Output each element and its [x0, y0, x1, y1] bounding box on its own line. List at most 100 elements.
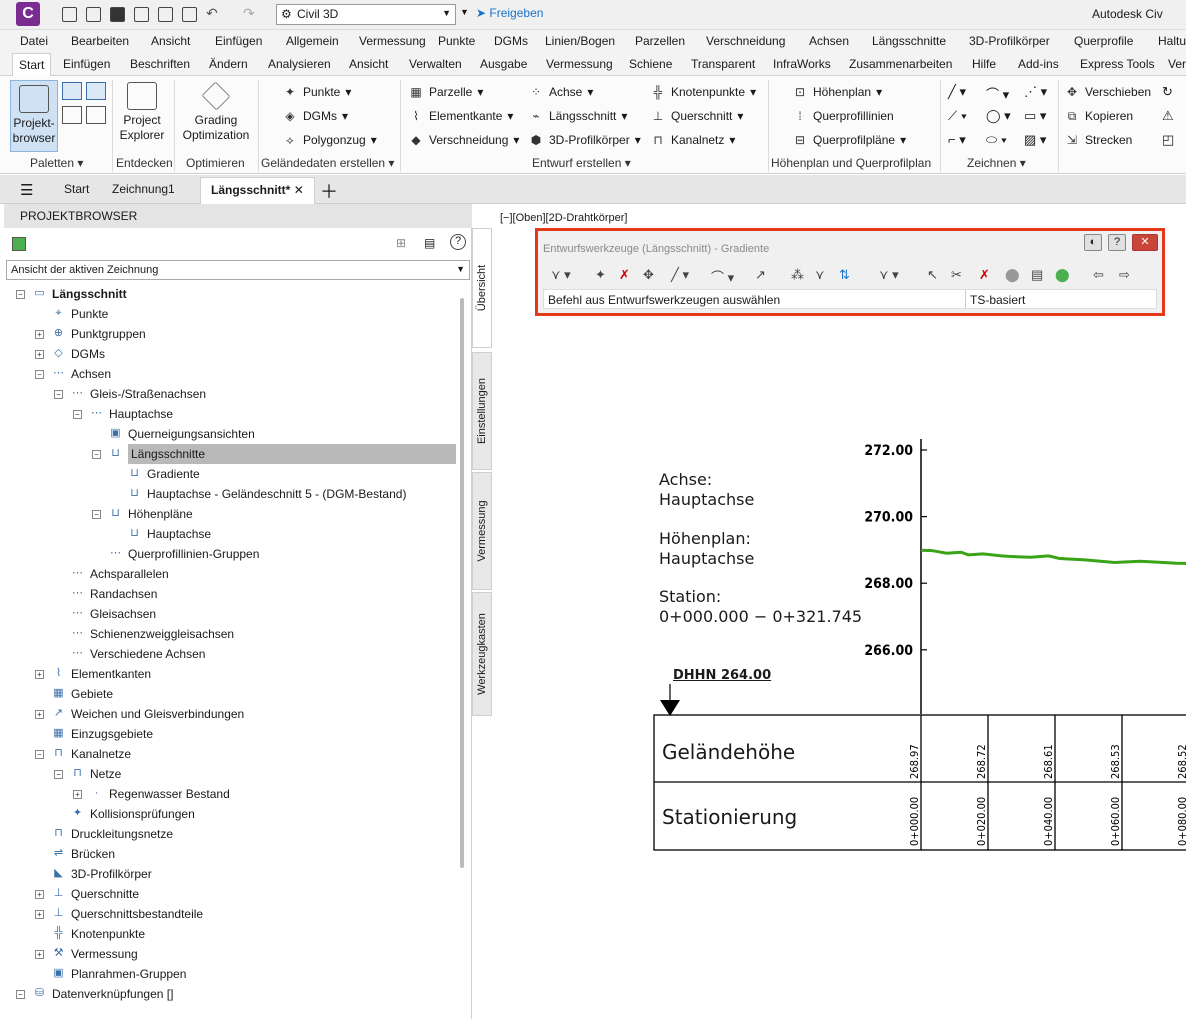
rotate-icon[interactable]: ↻ [1162, 84, 1173, 100]
querschnitt-button[interactable]: ⊥ Querschnitt ▾ [650, 108, 744, 124]
tree-expand-toggle[interactable]: + [35, 710, 44, 719]
tree-node[interactable]: Hauptachse [109, 404, 173, 424]
close-icon[interactable]: ✕ [294, 183, 304, 197]
tree-node[interactable]: Netze [90, 764, 121, 784]
doctab-laengsschnitt[interactable]: Längsschnitt* ✕ [200, 177, 315, 205]
tree-expand-toggle[interactable]: + [35, 670, 44, 679]
menu-dgms[interactable]: DGMs [494, 34, 528, 48]
menu-parzellen[interactable]: Parzellen [635, 34, 685, 48]
tab-more[interactable]: Ver [1168, 57, 1186, 71]
vtab-einstellungen[interactable]: Einstellungen [472, 352, 492, 470]
tree-node[interactable]: Datenverknüpfungen [] [52, 984, 173, 1004]
tree-node[interactable]: 3D-Profilkörper [71, 864, 152, 884]
tab-einfuegen[interactable]: Einfügen [63, 57, 110, 71]
tree-node[interactable]: Hauptachse [147, 524, 211, 544]
tree-node[interactable]: Einzugsgebiete [71, 724, 153, 744]
properties-icon[interactable]: ⬤ [1055, 267, 1070, 283]
tree-expand-toggle[interactable]: + [35, 910, 44, 919]
tab-hilfe[interactable]: Hilfe [972, 57, 996, 71]
verschieben-button[interactable]: ✥ Verschieben [1064, 84, 1151, 100]
menu-vermessung[interactable]: Vermessung [359, 34, 426, 48]
tree-node[interactable]: Brücken [71, 844, 115, 864]
circle-icon[interactable]: ◯ ▾ [986, 108, 1011, 124]
construction-line-icon[interactable]: ⟋ ▾ [948, 108, 967, 124]
tree-expand-toggle[interactable]: − [92, 450, 101, 459]
undo-icon[interactable]: ↶ [206, 5, 218, 22]
item-view-icon[interactable]: ⊞ [396, 236, 406, 250]
tab-beschriften[interactable]: Beschriften [130, 57, 190, 71]
scrollbar[interactable] [460, 298, 464, 868]
tree-node[interactable]: Randachsen [90, 584, 157, 604]
close-icon[interactable]: ✕ [1132, 234, 1158, 251]
open-folder-icon[interactable] [86, 7, 101, 22]
menu-haltung[interactable]: Haltu [1158, 34, 1186, 48]
tree-expand-toggle[interactable]: + [35, 350, 44, 359]
verschneidung-button[interactable]: ◆ Verschneidung ▾ [408, 132, 519, 148]
convert-icon[interactable]: ↗ [755, 267, 766, 283]
entity-editor-icon[interactable]: ⬤ [1005, 267, 1020, 283]
tree-expand-toggle[interactable]: + [35, 330, 44, 339]
menu-punkte[interactable]: Punkte [438, 34, 475, 48]
delete-sub-entity-icon[interactable]: ✗ [979, 267, 990, 283]
tree-node[interactable]: Gebiete [71, 684, 113, 704]
scale-icon[interactable]: ◰ [1162, 132, 1174, 148]
menu-ansicht[interactable]: Ansicht [151, 34, 190, 48]
properties-palette-icon[interactable] [62, 82, 82, 100]
tree-node[interactable]: Längsschnitte [128, 444, 456, 464]
querprofillinien-button[interactable]: ⁞ Querprofillinien [792, 108, 893, 124]
tree-node[interactable]: Weichen und Gleisverbindungen [71, 704, 244, 724]
parzelle-button[interactable]: ▦ Parzelle ▾ [408, 84, 483, 100]
laengsschnitt-button[interactable]: ⌁ Längsschnitt ▾ [528, 108, 627, 124]
tree-node[interactable]: Elementkanten [71, 664, 151, 684]
tab-zusammenarbeiten[interactable]: Zusammenarbeiten [849, 57, 952, 71]
drawing-canvas[interactable]: [−][Oben][2D-Drahtkörper] 272.00 270.00 26… [496, 204, 1186, 1019]
redo-icon[interactable]: ⇨ [1119, 267, 1130, 283]
tab-start[interactable]: Start [12, 53, 52, 77]
group-zeichnen[interactable]: Zeichnen ▾ [967, 156, 1026, 170]
tree-expand-toggle[interactable]: − [54, 390, 63, 399]
tree-node[interactable]: Querschnittsbestandteile [71, 904, 203, 924]
menu-querprofile[interactable]: Querprofile [1074, 34, 1133, 48]
tree-expand-toggle[interactable]: − [35, 750, 44, 759]
tab-ansicht[interactable]: Ansicht [349, 57, 388, 71]
polygonzug-button[interactable]: ⟡ Polygonzug ▾ [282, 132, 377, 148]
tree-node[interactable]: Druckleitungsnetze [71, 824, 173, 844]
tree-node[interactable]: Kollisionsprüfungen [90, 804, 195, 824]
vtab-uebersicht[interactable]: Übersicht [472, 228, 492, 348]
tree-node[interactable]: Verschiedene Achsen [90, 644, 205, 664]
tree-node[interactable]: Kanalnetze [71, 744, 131, 764]
move-pvi-icon[interactable]: ✥ [643, 267, 654, 283]
tab-aendern[interactable]: Ändern [209, 57, 248, 71]
tree-node[interactable]: Vermessung [71, 944, 138, 964]
save-as-icon[interactable] [134, 7, 149, 22]
help-icon[interactable]: ? [450, 234, 466, 250]
tab-infraworks[interactable]: InfraWorks [773, 57, 831, 71]
menu-icon[interactable]: ☰ [20, 181, 33, 199]
menu-laengsschnitte[interactable]: Längsschnitte [872, 34, 946, 48]
delete-pvi-icon[interactable]: ✗ [619, 267, 630, 283]
profile-layout-tools-window[interactable]: Entwurfswerkzeuge (Längsschnitt) - Gradi… [535, 228, 1165, 316]
draw-tangents-icon[interactable]: ⋎ ▾ [551, 267, 571, 283]
grading-optimization-button[interactable]: Grading Optimization [178, 81, 254, 143]
tree-node[interactable]: Punktgruppen [71, 324, 146, 344]
raise-lower-icon[interactable]: ⇅ [839, 267, 850, 283]
tree-node[interactable]: Regenwasser Bestand [109, 784, 230, 804]
tree-expand-toggle[interactable]: − [16, 990, 25, 999]
tree-expand-toggle[interactable]: + [35, 950, 44, 959]
hoehenplan-button[interactable]: ⊡ Höhenplan ▾ [792, 84, 882, 100]
view-select[interactable]: Ansicht der aktiven Zeichnung ▼ [6, 260, 470, 280]
tree-node[interactable]: Punkte [71, 304, 108, 324]
list-view-icon[interactable]: ▤ [424, 236, 435, 250]
doctab-zeichnung1[interactable]: Zeichnung1 [112, 182, 175, 196]
ellipse-icon[interactable]: ⬭ ▾ [986, 132, 1007, 148]
qat-customize-icon[interactable]: ▼ [460, 7, 469, 17]
tree-node[interactable]: Längsschnitt [52, 284, 127, 304]
insert-pvi-icon[interactable]: ✦ [595, 267, 606, 283]
tree-expand-toggle[interactable]: + [73, 790, 82, 799]
projektbrowser-button[interactable]: Projekt- browser [10, 80, 58, 152]
menu-allgemein[interactable]: Allgemein [286, 34, 339, 48]
tab-verwalten[interactable]: Verwalten [409, 57, 462, 71]
strecken-button[interactable]: ⇲ Strecken [1064, 132, 1132, 148]
help-icon[interactable]: ? [1108, 234, 1126, 251]
spline-icon[interactable]: ⌐ ▾ [948, 132, 966, 148]
